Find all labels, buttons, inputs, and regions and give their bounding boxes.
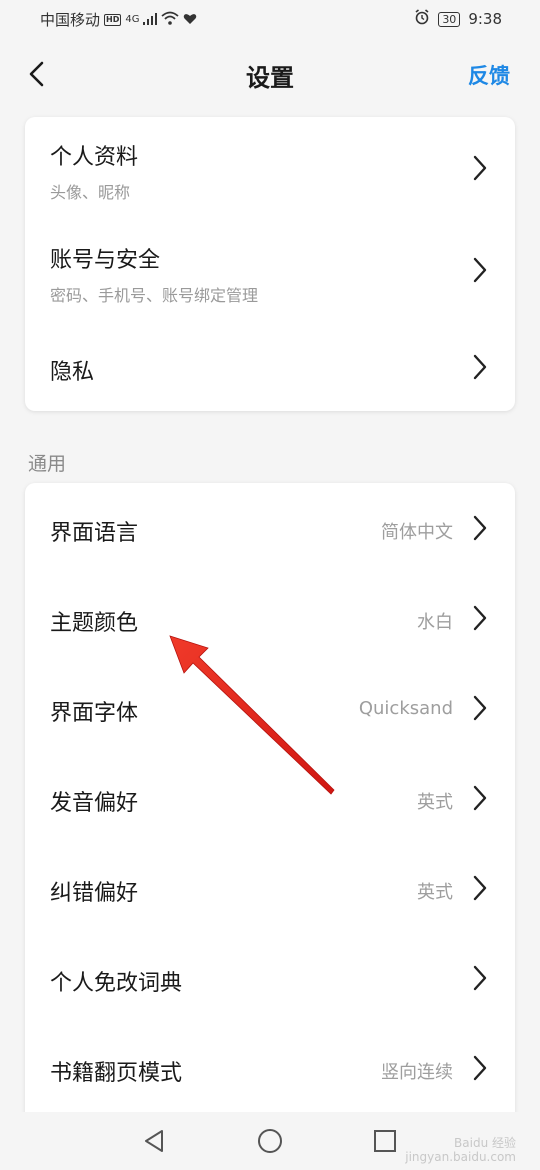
row-title: 发音偏好 <box>50 791 139 816</box>
settings-row-interface-language[interactable]: 界面语言 简体中文 <box>25 483 515 575</box>
nav-home-button[interactable] <box>255 1126 285 1156</box>
settings-row-interface-font[interactable]: 界面字体 Quicksand <box>25 665 515 755</box>
baidu-jingyan-watermark: Baidu 经验 jingyan.baidu.com <box>405 1136 516 1164</box>
square-recents-icon <box>374 1130 396 1152</box>
chevron-right-icon <box>473 875 487 901</box>
status-bar: 中国移动 HD 4G 30 9:38 <box>0 0 540 38</box>
signal-icon <box>143 11 158 29</box>
row-subtitle: 头像、昵称 <box>50 183 131 202</box>
row-title: 主题颜色 <box>50 611 139 636</box>
settings-row-profile[interactable]: 个人资料 头像、昵称 <box>25 117 515 217</box>
row-title: 个人免改词典 <box>50 971 183 996</box>
row-title: 账号与安全 <box>50 248 161 273</box>
account-settings-card: 个人资料 头像、昵称 账号与安全 密码、手机号、账号绑定管理 隐私 <box>25 117 515 411</box>
row-title: 书籍翻页模式 <box>50 1061 183 1086</box>
row-title: 界面字体 <box>50 701 139 726</box>
wifi-icon <box>161 11 180 29</box>
network-type: 4G <box>125 14 140 25</box>
page-title: 设置 <box>246 64 294 92</box>
settings-row-personal-dictionary[interactable]: 个人免改词典 <box>25 935 515 1025</box>
settings-row-book-page-mode[interactable]: 书籍翻页模式 竖向连续 <box>25 1025 515 1115</box>
nav-back-button[interactable] <box>140 1126 170 1156</box>
settings-row-privacy[interactable]: 隐私 <box>25 321 515 411</box>
row-value: Quicksand <box>358 698 453 719</box>
battery-indicator: 30 <box>438 11 461 27</box>
settings-row-correction-preference[interactable]: 纠错偏好 英式 <box>25 845 515 935</box>
row-title: 纠错偏好 <box>50 881 139 906</box>
carrier-label: 中国移动 <box>40 11 101 29</box>
row-value: 竖向连续 <box>381 1062 453 1083</box>
triangle-back-icon <box>145 1130 163 1152</box>
section-label-general: 通用 <box>28 453 67 475</box>
watermark-line1: Baidu 经验 <box>454 1136 516 1150</box>
health-heart-icon <box>183 11 197 29</box>
row-title: 隐私 <box>50 360 95 385</box>
settings-row-theme-color[interactable]: 主题颜色 水白 <box>25 575 515 665</box>
hd-badge: HD <box>104 13 122 26</box>
chevron-right-icon <box>473 965 487 991</box>
general-settings-card: 界面语言 简体中文 主题颜色 水白 界面字体 Quicksand 发音偏好 英式… <box>25 483 515 1123</box>
settings-row-pronunciation-preference[interactable]: 发音偏好 英式 <box>25 755 515 845</box>
alarm-clock-icon <box>414 9 430 29</box>
row-value: 简体中文 <box>381 522 453 543</box>
circle-home-icon <box>258 1129 282 1153</box>
row-value: 英式 <box>417 792 453 813</box>
chevron-right-icon <box>473 155 487 181</box>
row-value: 水白 <box>417 612 453 633</box>
chevron-right-icon <box>473 515 487 541</box>
settings-row-account-security[interactable]: 账号与安全 密码、手机号、账号绑定管理 <box>25 217 515 321</box>
chevron-right-icon <box>473 605 487 631</box>
row-title: 界面语言 <box>50 521 139 546</box>
chevron-right-icon <box>473 785 487 811</box>
nav-recents-button[interactable] <box>370 1126 400 1156</box>
chevron-right-icon <box>473 354 487 380</box>
row-title: 个人资料 <box>50 145 139 170</box>
watermark-line2: jingyan.baidu.com <box>405 1150 516 1164</box>
clock-time: 9:38 <box>468 10 502 28</box>
chevron-right-icon <box>473 695 487 721</box>
chevron-right-icon <box>473 1055 487 1081</box>
top-app-bar: 设置 反馈 <box>0 38 540 110</box>
row-subtitle: 密码、手机号、账号绑定管理 <box>50 286 259 305</box>
row-value: 英式 <box>417 882 453 903</box>
chevron-right-icon <box>473 257 487 283</box>
feedback-button[interactable]: 反馈 <box>468 60 510 90</box>
system-navigation-bar: Baidu 经验 jingyan.baidu.com <box>0 1112 540 1170</box>
